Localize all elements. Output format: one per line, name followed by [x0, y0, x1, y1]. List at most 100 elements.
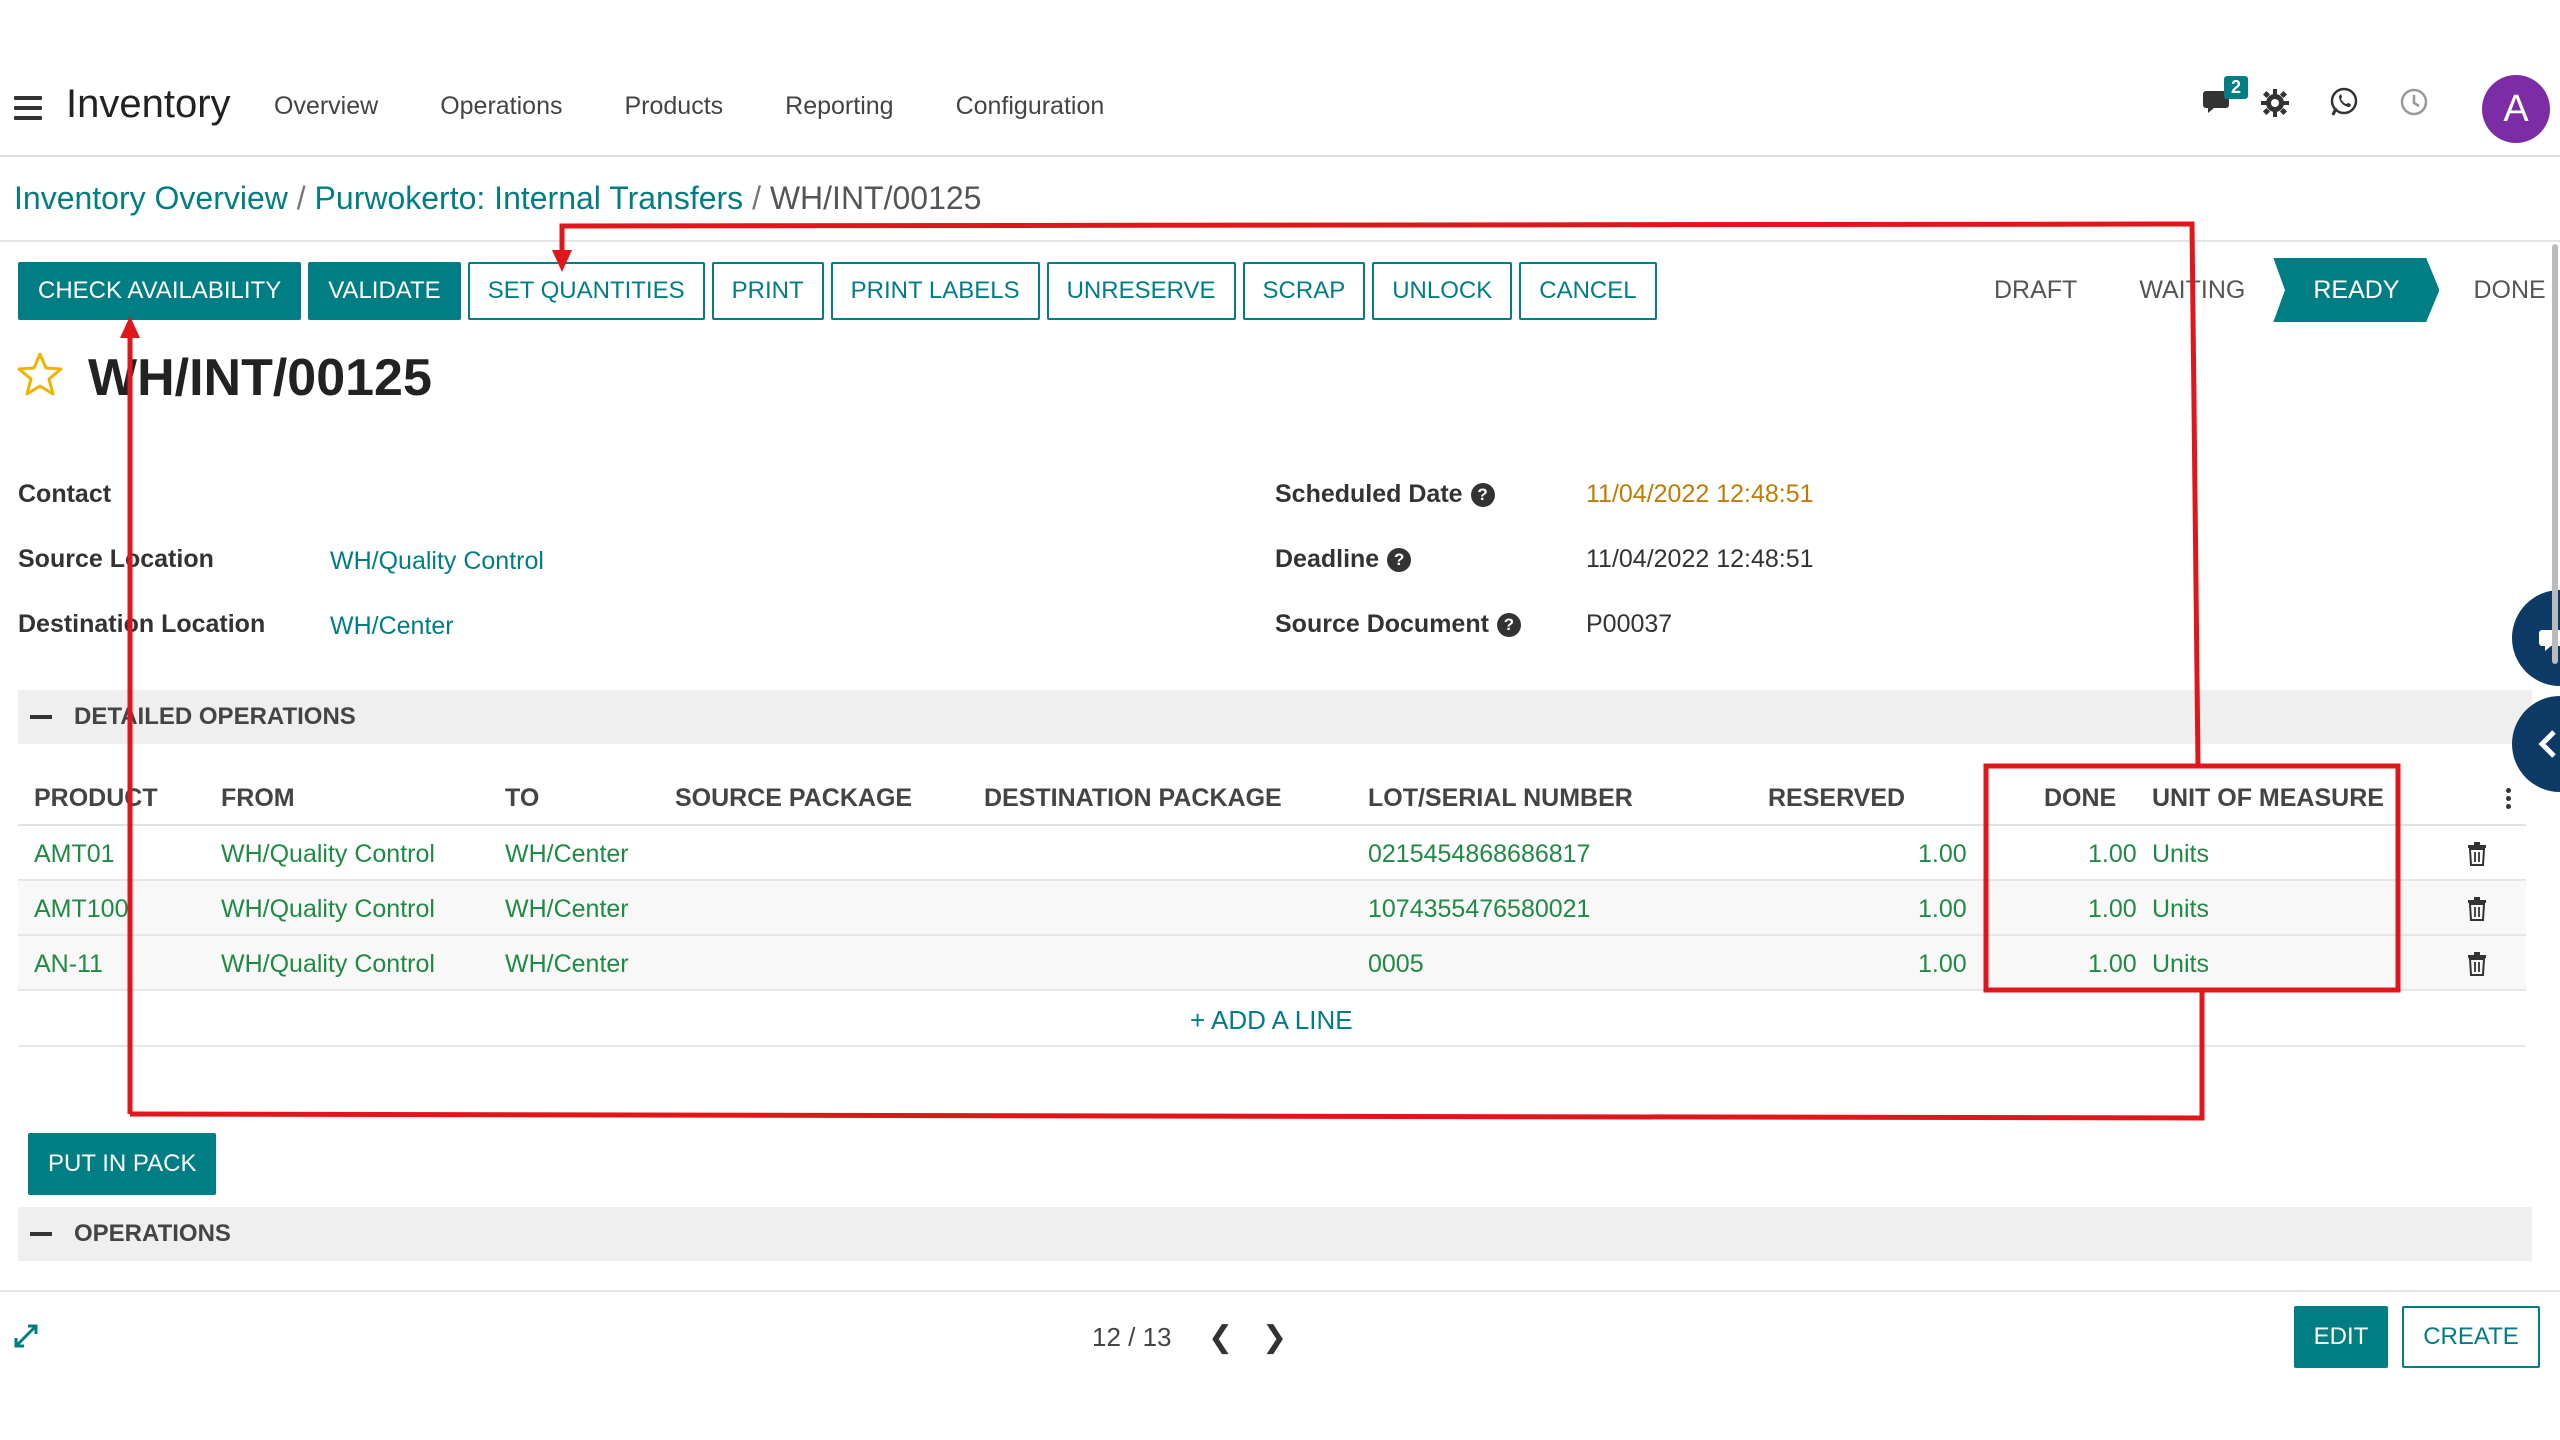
operations-header[interactable]: OPERATIONS: [18, 1207, 2532, 1261]
trash-icon[interactable]: [2466, 842, 2488, 866]
cell-lot[interactable]: 1074355476580021: [1368, 895, 1590, 924]
side-collapse-tab[interactable]: [2512, 696, 2560, 792]
main-menu: Overview Operations Products Reporting C…: [274, 92, 1166, 121]
menu-operations[interactable]: Operations: [440, 92, 562, 121]
col-destination-package[interactable]: DESTINATION PACKAGE: [984, 784, 1282, 813]
cell-to[interactable]: WH/Center: [505, 950, 629, 979]
detailed-operations-header[interactable]: DETAILED OPERATIONS: [18, 690, 2532, 744]
record-title: WH/INT/00125: [88, 349, 432, 407]
stage-draft[interactable]: DRAFT: [1960, 258, 2105, 322]
validate-button[interactable]: VALIDATE: [308, 262, 461, 320]
trash-icon[interactable]: [2466, 952, 2488, 976]
print-button[interactable]: PRINT: [711, 262, 824, 320]
cell-uom[interactable]: Units: [2152, 895, 2209, 924]
scrollbar[interactable]: [2552, 244, 2558, 664]
cell-reserved: 1.00: [1918, 840, 1967, 868]
status-bar: DRAFT WAITING READY DONE: [1960, 258, 2560, 322]
scheduled-date-value[interactable]: 11/04/2022 12:48:51: [1586, 480, 1814, 509]
trash-icon[interactable]: [2466, 897, 2488, 921]
breadcrumb-inventory-overview[interactable]: Inventory Overview: [14, 180, 288, 216]
help-icon[interactable]: ?: [1470, 483, 1495, 507]
cell-product[interactable]: AN-11: [34, 950, 103, 979]
whatsapp-icon[interactable]: [2328, 86, 2360, 118]
cancel-button[interactable]: CANCEL: [1519, 262, 1657, 320]
cell-to[interactable]: WH/Center: [505, 840, 629, 869]
add-line-row: + ADD A LINE: [18, 991, 2526, 1047]
col-reserved[interactable]: RESERVED: [1768, 784, 1905, 813]
messages-badge: 2: [2224, 76, 2249, 99]
cell-done[interactable]: 1.00: [2088, 840, 2137, 869]
col-unit-of-measure[interactable]: UNIT OF MEASURE: [2152, 784, 2384, 813]
table-row[interactable]: AMT01 WH/Quality Control WH/Center 02154…: [18, 826, 2526, 881]
cell-reserved: 1.00: [1918, 895, 1967, 923]
favorite-star-icon[interactable]: [16, 350, 64, 398]
col-product[interactable]: PRODUCT: [34, 784, 158, 813]
source-location-value[interactable]: WH/Quality Control: [330, 547, 544, 576]
table-row[interactable]: AMT100 WH/Quality Control WH/Center 1074…: [18, 881, 2526, 936]
cell-to[interactable]: WH/Center: [505, 895, 629, 924]
stage-waiting[interactable]: WAITING: [2105, 258, 2273, 322]
stage-ready[interactable]: READY: [2273, 258, 2440, 322]
activity-clock-icon[interactable]: [2398, 86, 2430, 118]
cell-uom[interactable]: Units: [2152, 840, 2209, 869]
cell-done[interactable]: 1.00: [2088, 950, 2137, 979]
help-icon[interactable]: ?: [1387, 548, 1412, 572]
user-avatar[interactable]: A: [2482, 75, 2550, 143]
chevron-right-icon[interactable]: ❯: [1262, 1320, 1287, 1355]
cell-from[interactable]: WH/Quality Control: [221, 950, 435, 979]
menu-products[interactable]: Products: [624, 92, 723, 121]
collapse-minus-icon: [30, 1232, 52, 1236]
table-row[interactable]: AN-11 WH/Quality Control WH/Center 0005 …: [18, 936, 2526, 991]
put-in-pack-button[interactable]: PUT IN PACK: [28, 1133, 217, 1195]
breadcrumb-divider: [0, 240, 2560, 242]
help-icon[interactable]: ?: [1496, 613, 1521, 637]
add-a-line-link[interactable]: + ADD A LINE: [1190, 1005, 1353, 1036]
detailed-operations-table: PRODUCT FROM TO SOURCE PACKAGE DESTINATI…: [18, 770, 2526, 1047]
cell-from[interactable]: WH/Quality Control: [221, 840, 435, 869]
app-title[interactable]: Inventory: [66, 82, 231, 127]
cell-product[interactable]: AMT01: [34, 840, 115, 869]
gear-icon[interactable]: [2260, 88, 2290, 127]
menu-hamburger-icon[interactable]: [14, 96, 42, 122]
col-lot-serial[interactable]: LOT/SERIAL NUMBER: [1368, 784, 1633, 813]
col-done[interactable]: DONE: [2044, 784, 2116, 813]
scrap-button[interactable]: SCRAP: [1242, 262, 1366, 320]
cell-done[interactable]: 1.00: [2088, 895, 2137, 924]
section-title: OPERATIONS: [74, 1220, 231, 1247]
unlock-button[interactable]: UNLOCK: [1372, 262, 1513, 320]
menu-overview[interactable]: Overview: [274, 92, 378, 121]
unreserve-button[interactable]: UNRESERVE: [1046, 262, 1236, 320]
cell-uom[interactable]: Units: [2152, 950, 2209, 979]
chevron-left-icon[interactable]: ❮: [1208, 1320, 1233, 1355]
pager-value[interactable]: 12 / 13: [1092, 1322, 1172, 1353]
section-title: DETAILED OPERATIONS: [74, 703, 356, 730]
print-labels-button[interactable]: PRINT LABELS: [830, 262, 1040, 320]
col-to[interactable]: TO: [505, 784, 539, 813]
source-location-label: Source Location: [18, 545, 214, 573]
scheduled-date-label: Scheduled Date?: [1275, 480, 1495, 509]
destination-location-value[interactable]: WH/Center: [330, 612, 454, 641]
contact-label: Contact: [18, 480, 112, 508]
stage-done[interactable]: DONE: [2439, 258, 2560, 322]
cell-from[interactable]: WH/Quality Control: [221, 895, 435, 924]
col-source-package[interactable]: SOURCE PACKAGE: [675, 784, 912, 813]
collapse-minus-icon: [30, 715, 52, 719]
breadcrumb: Inventory Overview / Purwokerto: Interna…: [14, 180, 982, 216]
edit-button[interactable]: EDIT: [2294, 1306, 2388, 1368]
col-from[interactable]: FROM: [221, 784, 295, 813]
breadcrumb-internal-transfers[interactable]: Purwokerto: Internal Transfers: [315, 180, 744, 216]
expand-icon[interactable]: [12, 1322, 40, 1350]
cell-product[interactable]: AMT100: [34, 895, 128, 924]
cell-reserved: 1.00: [1918, 950, 1967, 978]
menu-configuration[interactable]: Configuration: [956, 92, 1105, 121]
create-button[interactable]: CREATE: [2402, 1306, 2540, 1368]
footer-bar: 12 / 13 ❮ ❯ EDIT CREATE: [0, 1290, 2560, 1380]
source-document-value[interactable]: P00037: [1586, 610, 1672, 639]
deadline-value[interactable]: 11/04/2022 12:48:51: [1586, 545, 1814, 574]
menu-reporting[interactable]: Reporting: [785, 92, 893, 121]
cell-lot[interactable]: 0005: [1368, 950, 1424, 979]
cell-lot[interactable]: 0215454868686817: [1368, 840, 1590, 869]
check-availability-button[interactable]: CHECK AVAILABILITY: [18, 262, 302, 320]
messages-icon[interactable]: 2: [2202, 76, 2249, 116]
set-quantities-button[interactable]: SET QUANTITIES: [467, 262, 705, 320]
